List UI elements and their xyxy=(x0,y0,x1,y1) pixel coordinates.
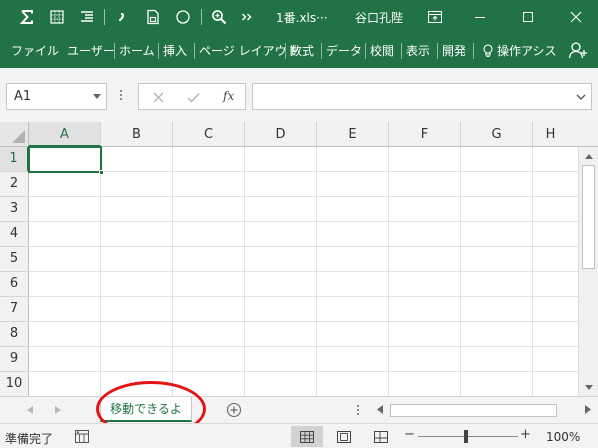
tab-data[interactable]: データ xyxy=(326,42,362,59)
row-header[interactable]: 4 xyxy=(0,222,29,247)
tab-user[interactable]: ユーザー xyxy=(67,42,115,59)
tab-page-layout[interactable]: ページ レイアウト xyxy=(199,42,299,59)
ribbon-tabs: ファイル ユーザー ホーム 挿入 ページ レイアウト 数式 データ 校閲 表示 … xyxy=(0,34,598,68)
tab-view[interactable]: 表示 xyxy=(406,42,430,59)
close-icon[interactable] xyxy=(558,3,594,31)
zoom-in-button[interactable]: + xyxy=(520,428,531,441)
qa-separator xyxy=(201,9,202,25)
zoom-icon[interactable] xyxy=(208,7,230,27)
autosum-icon[interactable] xyxy=(16,7,38,27)
worksheet-grid: A B C D E F G H 1 2 3 4 5 6 7 8 9 10 xyxy=(0,122,598,396)
prev-sheet-icon[interactable] xyxy=(27,406,33,414)
tab-separator xyxy=(114,43,115,59)
maximize-icon[interactable] xyxy=(510,3,546,31)
cell-area[interactable] xyxy=(29,147,578,396)
horizontal-scrollbar[interactable] xyxy=(373,403,595,418)
name-box[interactable]: A1 xyxy=(6,83,107,110)
chevron-down-icon[interactable] xyxy=(93,94,101,99)
tab-separator xyxy=(437,43,438,59)
formula-input[interactable] xyxy=(252,83,592,110)
column-header[interactable]: H xyxy=(533,122,598,147)
splitter-handle-icon[interactable] xyxy=(357,405,360,417)
tab-separator xyxy=(158,43,159,59)
active-cell-a1[interactable] xyxy=(28,146,104,175)
scroll-right-icon[interactable] xyxy=(585,405,591,414)
tab-separator xyxy=(365,43,366,59)
column-header[interactable]: C xyxy=(173,122,245,147)
add-sheet-icon[interactable] xyxy=(226,402,242,418)
comma-style-icon[interactable] xyxy=(113,7,129,27)
select-all-button[interactable] xyxy=(0,122,29,147)
tab-separator xyxy=(321,43,322,59)
scroll-left-icon[interactable] xyxy=(377,405,383,414)
tab-developer[interactable]: 開発 xyxy=(442,42,466,59)
formula-buttons: fx xyxy=(138,83,246,110)
drag-handle-icon[interactable] xyxy=(120,90,123,102)
lightbulb-icon xyxy=(483,43,493,57)
zoom-level[interactable]: 100% xyxy=(546,430,580,444)
tab-separator xyxy=(194,43,195,59)
tab-review[interactable]: 校閲 xyxy=(370,42,394,59)
user-name[interactable]: 谷口孔陛 xyxy=(355,9,403,26)
next-sheet-icon[interactable] xyxy=(55,406,61,414)
save-icon[interactable] xyxy=(142,7,164,27)
circle-icon[interactable] xyxy=(172,7,194,27)
fill-handle[interactable] xyxy=(99,170,104,175)
tab-insert[interactable]: 挿入 xyxy=(163,42,187,59)
scroll-down-icon[interactable] xyxy=(583,381,595,393)
page-layout-view-icon[interactable] xyxy=(328,426,360,447)
share-icon[interactable] xyxy=(568,40,588,63)
vertical-scrollbar[interactable] xyxy=(578,147,598,396)
vertical-scroll-thumb[interactable] xyxy=(582,165,595,269)
zoom-slider[interactable] xyxy=(418,436,518,437)
tab-separator xyxy=(401,43,402,59)
tab-separator xyxy=(473,43,474,59)
document-title: 1番.xls··· xyxy=(276,11,328,25)
tab-formulas[interactable]: 数式 xyxy=(290,42,314,59)
column-header[interactable]: F xyxy=(389,122,461,147)
zoom-out-button[interactable]: − xyxy=(404,428,415,441)
column-header[interactable]: G xyxy=(461,122,533,147)
row-header[interactable]: 6 xyxy=(0,272,29,297)
minimize-icon[interactable] xyxy=(462,3,498,31)
expand-formula-icon[interactable] xyxy=(576,94,586,100)
qa-separator xyxy=(104,9,105,25)
normal-view-icon[interactable] xyxy=(291,426,323,447)
macro-record-icon[interactable] xyxy=(75,430,89,443)
tab-home[interactable]: ホーム xyxy=(119,42,155,59)
more-commands-icon[interactable] xyxy=(238,7,256,27)
row-header[interactable]: 2 xyxy=(0,172,29,197)
insert-function-button[interactable]: fx xyxy=(223,89,234,103)
row-header[interactable]: 3 xyxy=(0,197,29,222)
row-header[interactable]: 5 xyxy=(0,247,29,272)
status-bar: 準備完了 − + 100% xyxy=(0,423,598,448)
column-header[interactable]: E xyxy=(317,122,389,147)
table-icon[interactable] xyxy=(46,7,68,27)
row-header[interactable]: 10 xyxy=(0,372,29,396)
ribbon-display-icon[interactable] xyxy=(417,3,453,31)
name-box-value: A1 xyxy=(14,89,32,104)
column-header[interactable]: D xyxy=(245,122,317,147)
tell-me-search[interactable]: 操作アシス xyxy=(482,42,557,59)
cancel-icon[interactable] xyxy=(150,90,166,104)
row-header[interactable]: 9 xyxy=(0,347,29,372)
tab-file[interactable]: ファイル xyxy=(11,42,59,59)
sheet-tab-bar: 移動できるよ xyxy=(0,396,598,423)
tell-me-label: 操作アシス xyxy=(497,44,557,58)
formula-bar-area: A1 fx xyxy=(0,68,598,122)
horizontal-scroll-thumb[interactable] xyxy=(390,404,557,417)
row-header[interactable]: 8 xyxy=(0,322,29,347)
page-break-preview-icon[interactable] xyxy=(365,426,397,447)
tab-separator xyxy=(285,43,286,59)
column-header[interactable]: A xyxy=(29,122,101,147)
format-icon[interactable] xyxy=(76,7,98,27)
row-header[interactable]: 7 xyxy=(0,297,29,322)
row-header[interactable]: 1 xyxy=(0,147,29,172)
zoom-slider-thumb[interactable] xyxy=(464,430,468,443)
title-bar: 1番.xls··· 谷口孔陛 xyxy=(0,0,598,34)
enter-check-icon[interactable] xyxy=(185,90,201,104)
column-header[interactable]: B xyxy=(101,122,173,147)
status-text: 準備完了 xyxy=(5,432,54,446)
scroll-up-icon[interactable] xyxy=(583,150,595,162)
